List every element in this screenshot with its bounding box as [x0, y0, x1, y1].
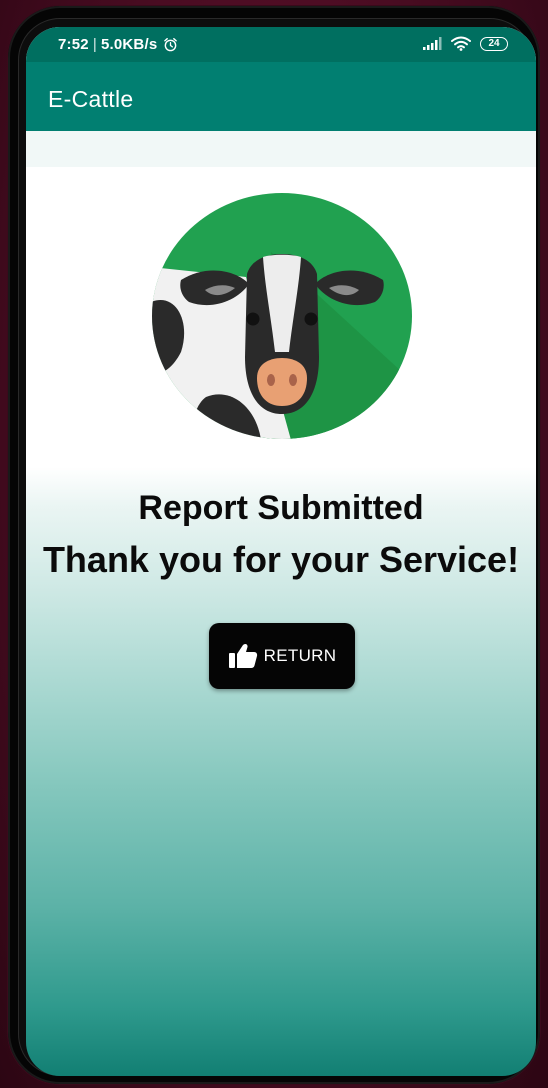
app-bar: E-Cattle	[26, 62, 536, 131]
status-left: 7:52 | 5.0KB/s	[58, 36, 178, 53]
return-button[interactable]: RETURN	[209, 623, 355, 689]
cow-logo-icon	[151, 192, 413, 440]
report-submitted-text: Report Submitted	[138, 489, 424, 527]
toolbar-shadow-band	[26, 131, 536, 167]
battery-icon: 24	[480, 36, 508, 51]
status-separator: |	[92, 36, 97, 53]
alarm-icon	[163, 37, 178, 52]
signal-icon	[422, 37, 442, 50]
status-time: 7:52	[58, 36, 89, 53]
wifi-icon	[451, 36, 471, 51]
status-right: 24	[422, 36, 508, 51]
status-net-speed: 5.0KB/s	[100, 36, 158, 53]
thumbs-up-icon	[228, 643, 258, 669]
return-label: RETURN	[263, 646, 337, 665]
thank-you-text: Thank you for your Service!	[42, 539, 520, 580]
app-screen: 7:52 | 5.0KB/s 24 E-Cattle Report Submit…	[26, 27, 536, 1076]
app-title: E-Cattle	[48, 86, 134, 112]
status-bar: 7:52 | 5.0KB/s 24	[26, 27, 536, 62]
battery-level: 24	[488, 38, 500, 49]
